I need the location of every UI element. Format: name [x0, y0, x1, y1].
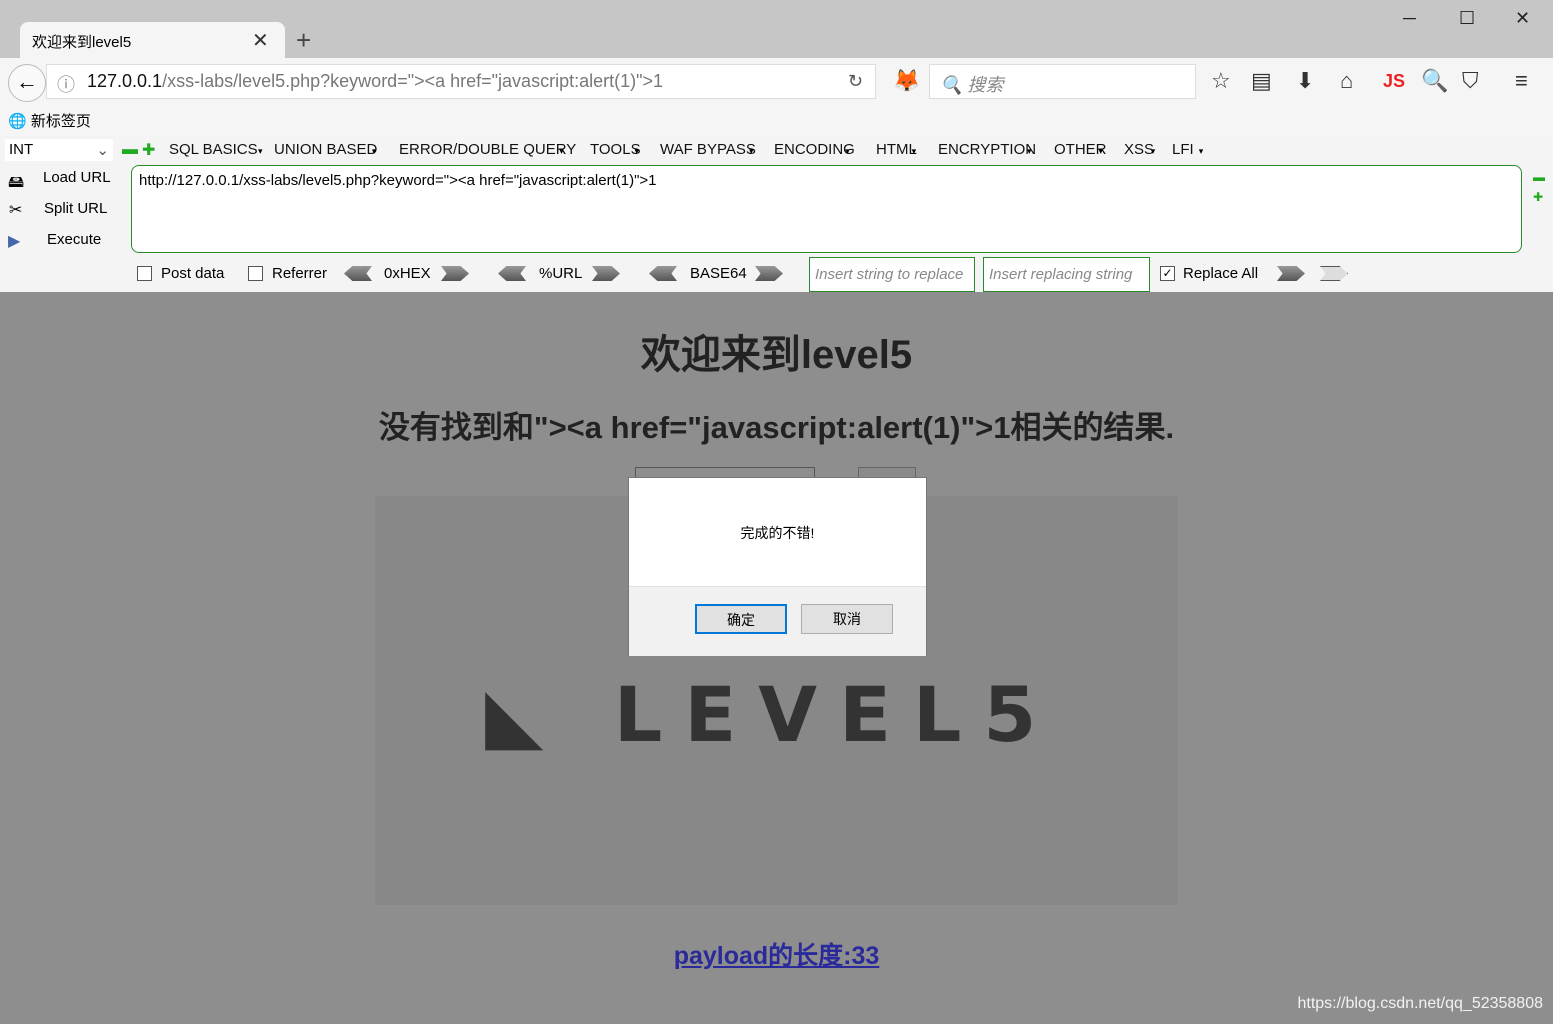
tab-title: 欢迎来到level5 [32, 34, 132, 51]
bookmark-newtab[interactable]: 🌐 新标签页 [8, 110, 91, 131]
dropdown-arrow-icon: ▾ [1198, 146, 1204, 156]
load-url-icon: 🖴 [8, 174, 25, 191]
load-url-button[interactable]: Load URL [43, 169, 111, 186]
reload-icon[interactable]: ↻ [848, 71, 863, 92]
search-placeholder: 搜索 [967, 75, 1004, 95]
execute-icon: ▶ [8, 233, 21, 250]
hackbar-menu-item[interactable]: SQL BASICS [169, 141, 258, 158]
replace-to-input[interactable]: Insert replacing string [983, 257, 1150, 292]
clipboard-icon[interactable]: ▤ [1251, 68, 1272, 94]
result-text: 没有找到和"><a href="javascript:alert(1)">1相关… [378, 410, 1175, 445]
dialog-message: 完成的不错! [740, 525, 815, 541]
minus-icon[interactable]: ▬ [1533, 170, 1545, 184]
minimize-button[interactable]: ─ [1403, 8, 1416, 29]
select-value: INT [9, 141, 34, 158]
dropdown-arrow-icon: ▾ [559, 146, 564, 156]
hackbar-menu-item[interactable]: TOOLS [590, 141, 641, 158]
hackbar-menu-item[interactable]: ENCODING [774, 141, 855, 158]
post-data-label: Post data [161, 265, 225, 282]
new-tab-button[interactable]: + [296, 25, 311, 56]
referrer-label: Referrer [272, 265, 328, 282]
plus-icon[interactable]: ✚ [1533, 190, 1543, 204]
dropdown-arrow-icon: ▾ [1150, 146, 1156, 156]
minus-icon[interactable]: ▬ [122, 141, 138, 159]
alert-dialog: 完成的不错! 确定 取消 [628, 477, 927, 656]
maximize-button[interactable]: ☐ [1459, 8, 1475, 29]
payload-length-link[interactable]: payload的长度:33 [0, 936, 1553, 972]
hackbar-menu-item[interactable]: LFI [1172, 141, 1194, 158]
dialog-footer: 确定 取消 [629, 586, 926, 656]
dropdown-arrow-icon: ▾ [911, 146, 917, 156]
hackbar-menu-item[interactable]: UNION BASED [274, 141, 377, 158]
dropdown-arrow-icon: ▾ [749, 146, 754, 156]
replace-all-checkbox[interactable]: ✓ [1160, 266, 1175, 281]
dropdown-arrow-icon: ▾ [634, 146, 640, 156]
execute-button[interactable]: Execute [47, 231, 101, 248]
base64-label: BASE64 [690, 265, 747, 282]
cancel-button[interactable]: 取消 [801, 604, 893, 634]
replace-from-input[interactable]: Insert string to replace [809, 257, 975, 292]
home-icon[interactable]: ⌂ [1340, 68, 1353, 94]
js-icon[interactable]: JS [1383, 71, 1405, 92]
url-host: 127.0.0.1 [87, 71, 163, 91]
download-icon[interactable]: ⬇ [1296, 68, 1314, 94]
referrer-checkbox[interactable] [248, 266, 263, 281]
star-icon[interactable]: ☆ [1211, 68, 1231, 94]
hackbar-menu-item[interactable]: XSS [1124, 141, 1154, 158]
dropdown-arrow-icon: ▾ [371, 146, 377, 156]
close-window-button[interactable]: ✕ [1515, 8, 1530, 29]
dropdown-arrow-icon: ▾ [845, 146, 850, 156]
plus-icon[interactable]: ✚ [142, 140, 155, 160]
menu-icon[interactable]: ≡ [1515, 68, 1528, 94]
dropdown-arrow-icon: ▾ [258, 146, 263, 156]
hackbar-menu-item[interactable]: ENCRYPTION [938, 141, 1036, 158]
back-button[interactable]: ← [8, 64, 46, 102]
dropdown-arrow-icon: ▾ [1098, 146, 1104, 156]
scissors-icon: ✂ [9, 202, 23, 219]
bookmark-label: 新标签页 [30, 113, 91, 130]
url-path: /xss-labs/level5.php?keyword="><a href="… [162, 71, 664, 91]
hex-label: 0xHEX [384, 265, 431, 282]
hackbar-menu-item[interactable]: ERROR/DOUBLE QUERY [399, 141, 576, 158]
chevron-down-icon: ⌄ [96, 142, 109, 159]
address-bar[interactable]: ⓘ 127.0.0.1/xss-labs/level5.php?keyword="… [46, 64, 876, 99]
dropdown-arrow-icon: ▾ [1027, 146, 1032, 156]
hackbar-menu-item[interactable]: WAF BYPASS [660, 141, 756, 158]
replace-all-label: Replace All [1183, 265, 1259, 282]
watermark: https://blog.csdn.net/qq_52358808 [1297, 995, 1543, 1012]
url-label: %URL [539, 265, 583, 282]
split-url-button[interactable]: Split URL [44, 200, 107, 217]
type-select[interactable]: INT ⌄ [5, 139, 113, 161]
magnifier-icon[interactable]: 🔍 [1421, 68, 1448, 94]
close-tab-icon[interactable]: ✕ [252, 28, 269, 53]
page-title: 欢迎来到level5 [640, 333, 913, 377]
post-data-checkbox[interactable] [137, 266, 152, 281]
ok-button[interactable]: 确定 [695, 604, 787, 634]
extension-icon[interactable]: 🦊 [893, 68, 920, 94]
url-textarea[interactable]: http://127.0.0.1/xss-labs/level5.php?key… [131, 165, 1522, 253]
pocket-icon[interactable]: ⛉ [1462, 68, 1479, 94]
search-input[interactable]: 🔍 搜索 [929, 64, 1196, 99]
info-icon[interactable]: ⓘ [57, 71, 75, 97]
browser-tab[interactable]: 欢迎来到level5 [20, 22, 285, 59]
level5-logo: ◣ LEVEL5 [485, 670, 1059, 759]
